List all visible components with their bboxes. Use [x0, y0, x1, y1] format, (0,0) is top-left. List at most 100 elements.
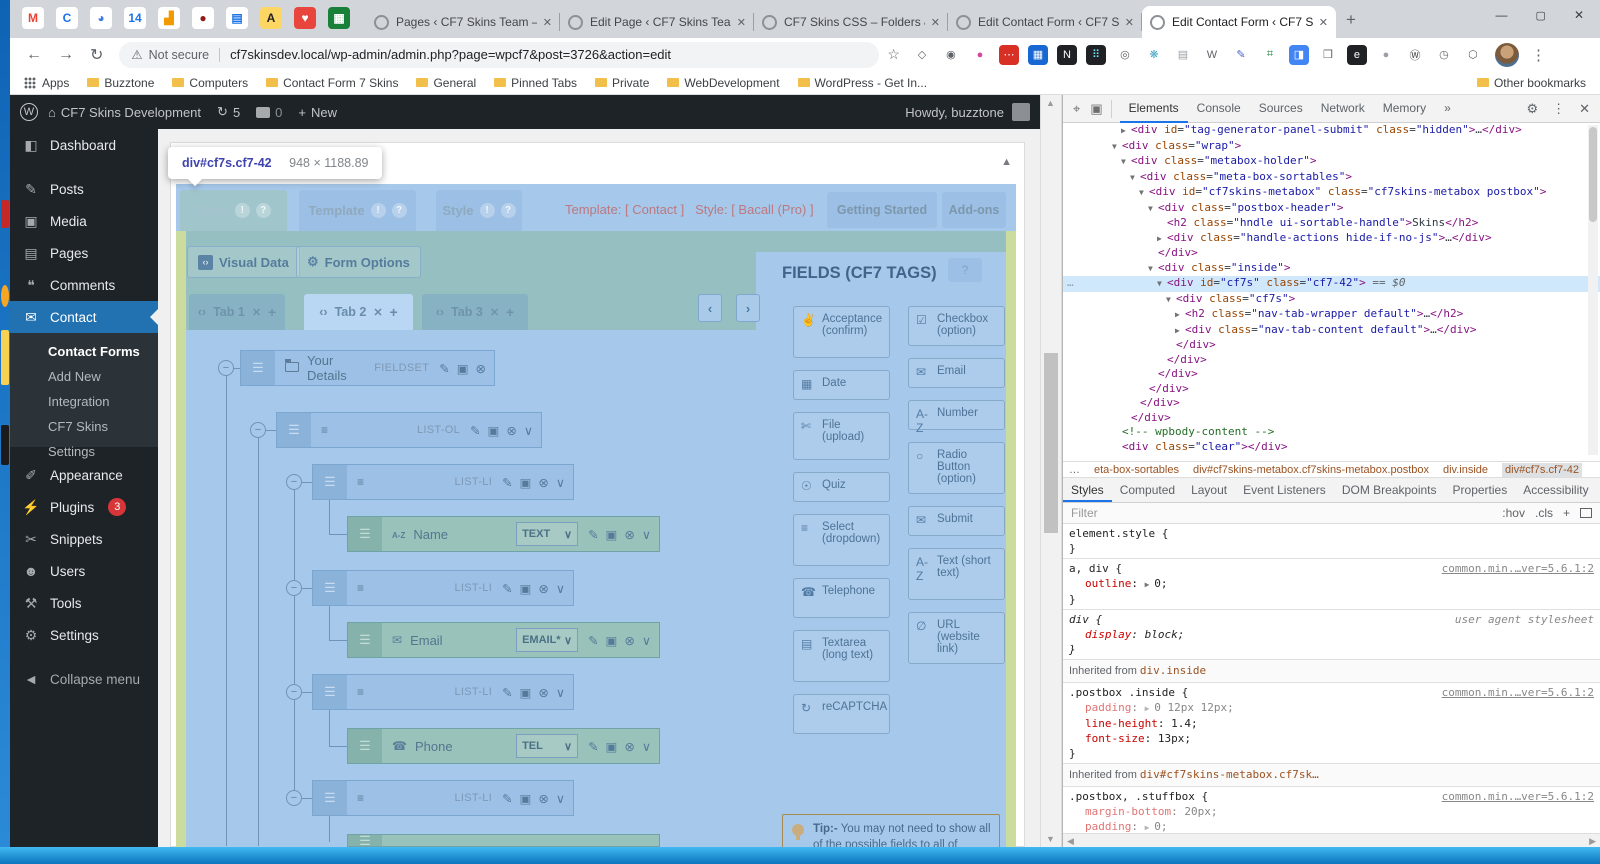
- bookmark-item[interactable]: Buzztone: [104, 76, 154, 90]
- delete-icon[interactable]: ⊗: [538, 475, 548, 490]
- pinned-tab-swirl[interactable]: ◕: [90, 7, 112, 29]
- back-icon[interactable]: ←: [26, 46, 42, 64]
- devtools-close-icon[interactable]: ✕: [1579, 101, 1590, 117]
- bookmark-item[interactable]: Contact Form 7 Skins: [283, 76, 398, 90]
- sidebar-item-pages[interactable]: ▤Pages: [10, 237, 158, 269]
- drag-handle[interactable]: ☰: [348, 517, 382, 551]
- devtools-tab-elements[interactable]: Elements: [1120, 95, 1188, 123]
- type-select[interactable]: EMAIL*∨: [516, 628, 578, 652]
- submenu-item-contact-forms[interactable]: Contact Forms: [10, 339, 158, 364]
- devtools-tab-sources[interactable]: Sources: [1250, 95, 1312, 123]
- dom-line[interactable]: ▶<h2 class="nav-tab-wrapper default">…</…: [1063, 307, 1600, 323]
- styles-tab-layout[interactable]: Layout: [1183, 478, 1235, 502]
- submenu-item-cf7-skins-settings[interactable]: CF7 Skins Settings: [10, 414, 158, 439]
- pinned-tab-a-yellow[interactable]: A: [260, 7, 282, 29]
- tree-row-field-phone[interactable]: ☰☎PhoneTEL∨✎▣⊗∨: [347, 728, 660, 764]
- devtools-menu-icon[interactable]: ⋮: [1552, 101, 1565, 117]
- tab-form[interactable]: Form!?: [180, 190, 287, 231]
- updates-indicator[interactable]: ↻5: [217, 104, 240, 120]
- dom-line[interactable]: </div>: [1063, 411, 1600, 426]
- tree-row-list-li[interactable]: ☰≡LIST-LI✎▣⊗∨: [312, 570, 574, 606]
- stylesheet-link[interactable]: common.min.…ver=5.6.1:2: [1442, 789, 1594, 804]
- browser-tab[interactable]: Edit Contact Form ‹ CF7 Skins✕: [1142, 6, 1336, 38]
- extension-pen-icon[interactable]: ✎: [1231, 45, 1251, 65]
- settings-gear-icon[interactable]: ⚙: [1526, 101, 1538, 117]
- css-property[interactable]: padding: ▶ 0 12px 12px;: [1069, 700, 1594, 716]
- tab-add-icon[interactable]: +: [268, 304, 276, 320]
- extension-crop-green-icon[interactable]: ⌗: [1260, 45, 1280, 65]
- browser-tab[interactable]: Pages ‹ CF7 Skins Team — Wo✕: [366, 6, 560, 38]
- url-text[interactable]: cf7skinsdev.local/wp-admin/admin.php?pag…: [230, 47, 671, 62]
- postbox-collapse-icon[interactable]: ▲: [1001, 156, 1012, 168]
- styles-tab-computed[interactable]: Computed: [1112, 478, 1183, 502]
- extension-target-icon[interactable]: ◎: [1115, 45, 1135, 65]
- duplicate-icon[interactable]: ▣: [520, 581, 532, 596]
- dom-line[interactable]: …▼<div id="cf7s" class="cf7-42"> == $0: [1063, 276, 1600, 292]
- pinned-tab-doc[interactable]: ▤: [226, 7, 248, 29]
- styles-tab-dom-breakpoints[interactable]: DOM Breakpoints: [1334, 478, 1445, 502]
- field-button-number[interactable]: A-ZNumber: [908, 400, 1005, 430]
- edit-icon[interactable]: ✎: [502, 475, 512, 490]
- tab-add-icon[interactable]: +: [506, 304, 514, 320]
- field-button-textarea[interactable]: ▤Textarea (long text): [793, 630, 890, 682]
- tab-style[interactable]: Style!?: [436, 190, 522, 231]
- submenu-item-add-new[interactable]: Add New: [10, 364, 158, 389]
- help-badge[interactable]: ?: [392, 203, 407, 218]
- duplicate-icon[interactable]: ▣: [606, 633, 618, 648]
- extension-dark-grid-icon[interactable]: ⠿: [1086, 45, 1106, 65]
- delete-icon[interactable]: ⊗: [624, 633, 634, 648]
- sidebar-item-collapse-menu[interactable]: ◄Collapse menu: [10, 663, 158, 695]
- tab-delete-icon[interactable]: ✕: [252, 306, 261, 319]
- tab-close-icon[interactable]: ✕: [1125, 16, 1134, 29]
- pinned-tab-heart-red[interactable]: ♥: [294, 7, 316, 29]
- styles-tab-event-listeners[interactable]: Event Listeners: [1235, 478, 1334, 502]
- tree-row-partial[interactable]: ☰: [347, 834, 660, 847]
- css-property[interactable]: display: block;: [1069, 627, 1594, 642]
- breadcrumb-item[interactable]: div#cf7skins-metabox.cf7skins-metabox.po…: [1193, 464, 1429, 476]
- address-bar[interactable]: ⚠ Not secure cf7skinsdev.local/wp-admin/…: [119, 42, 879, 68]
- filter-toggle-cls[interactable]: .cls: [1535, 506, 1553, 520]
- breadcrumb-item[interactable]: …: [1069, 464, 1080, 476]
- delete-icon[interactable]: ⊗: [624, 527, 634, 542]
- filter-toggle-hov[interactable]: :hov: [1502, 506, 1525, 520]
- stylesheet-link[interactable]: common.min.…ver=5.6.1:2: [1442, 685, 1594, 700]
- bookmark-item[interactable]: Computers: [189, 76, 248, 90]
- site-name[interactable]: ⌂CF7 Skins Development: [48, 105, 201, 120]
- scroll-left-icon[interactable]: ◀: [1067, 836, 1074, 847]
- sidebar-item-media[interactable]: ▣Media: [10, 205, 158, 237]
- duplicate-icon[interactable]: ▣: [520, 475, 532, 490]
- apps-grid-icon[interactable]: [24, 77, 36, 89]
- chevron-down-icon[interactable]: ∨: [642, 633, 651, 648]
- devtools-tab-console[interactable]: Console: [1188, 95, 1250, 123]
- drag-handle[interactable]: ☰: [277, 413, 311, 447]
- filter-input[interactable]: Filter: [1071, 506, 1098, 520]
- tree-row-list-li[interactable]: ☰≡LIST-LI✎▣⊗∨: [312, 780, 574, 816]
- minimize-icon[interactable]: —: [1496, 8, 1508, 22]
- devtools-tab-memory[interactable]: Memory: [1374, 95, 1435, 123]
- tab-close-icon[interactable]: ✕: [1319, 16, 1328, 29]
- drag-handle[interactable]: ☰: [313, 571, 347, 605]
- other-bookmarks[interactable]: Other bookmarks: [1477, 76, 1600, 90]
- delete-icon[interactable]: ⊗: [538, 791, 548, 806]
- bookmark-item[interactable]: WebDevelopment: [684, 76, 779, 90]
- tab-add-icon[interactable]: +: [390, 304, 398, 320]
- new-tab-button[interactable]: +: [1346, 10, 1356, 30]
- dom-line[interactable]: ▶<div class="nav-tab-content default">…<…: [1063, 323, 1600, 339]
- bookmark-item[interactable]: Pinned Tabs: [511, 76, 577, 90]
- device-toolbar-icon[interactable]: ▣: [1090, 101, 1102, 117]
- dom-line[interactable]: </div>: [1063, 396, 1600, 411]
- browser-tab[interactable]: Edit Contact Form ‹ CF7 Skins✕: [948, 6, 1142, 38]
- page-scrollbar[interactable]: ▲ ▼: [1040, 95, 1062, 847]
- collapse-node-icon[interactable]: −: [250, 422, 266, 438]
- collapse-node-icon[interactable]: −: [286, 474, 302, 490]
- profile-avatar[interactable]: [1495, 43, 1519, 67]
- tab-getting-started[interactable]: Getting Started: [827, 192, 937, 228]
- sidebar-item-posts[interactable]: ✎Posts: [10, 173, 158, 205]
- drag-handle[interactable]: ☰: [313, 781, 347, 815]
- duplicate-icon[interactable]: ▣: [606, 527, 618, 542]
- alert-badge[interactable]: !: [235, 203, 250, 218]
- chevron-down-icon[interactable]: ∨: [556, 791, 565, 806]
- pinned-tab-calendar[interactable]: 14: [124, 7, 146, 29]
- delete-icon[interactable]: ⊗: [538, 581, 548, 596]
- stylesheet-link[interactable]: common.min.…ver=5.6.1:2: [1442, 561, 1594, 576]
